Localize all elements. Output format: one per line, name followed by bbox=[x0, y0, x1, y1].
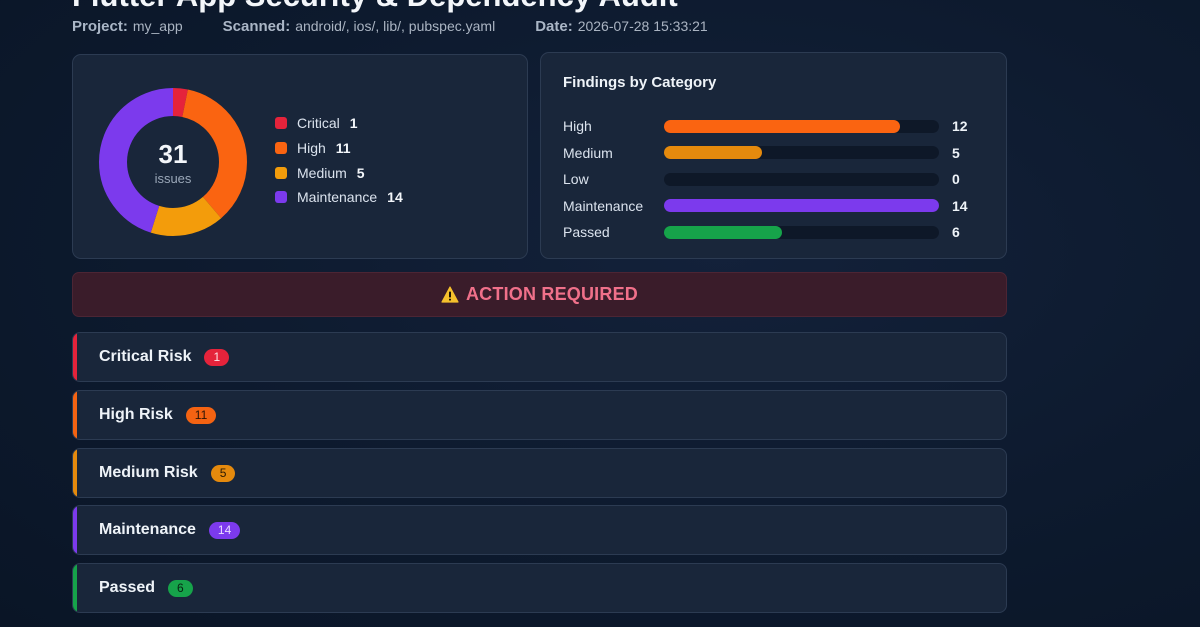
donut-total: 31 bbox=[158, 138, 188, 169]
bar-label: Medium bbox=[563, 144, 613, 161]
legend-label: Maintenance bbox=[297, 189, 378, 206]
bar-label: Maintenance bbox=[563, 197, 644, 214]
legend-item: Maintenance 14 bbox=[275, 185, 403, 210]
risk-section-medium[interactable]: Medium Risk 5 bbox=[72, 448, 1007, 498]
risk-label: Medium Risk bbox=[99, 464, 198, 481]
meta-project-value: my_app bbox=[132, 17, 183, 34]
bar-fill bbox=[664, 199, 939, 212]
risk-count-badge: 14 bbox=[208, 521, 241, 539]
legend-label: Critical bbox=[297, 115, 340, 132]
bar-track bbox=[664, 172, 939, 186]
bar-fill bbox=[664, 146, 763, 159]
meta-project: Project: my_app bbox=[72, 18, 183, 35]
meta-scanned: Scanned: android/, ios/, lib/, pubspec.y… bbox=[223, 18, 496, 35]
risk-count-badge: 11 bbox=[185, 406, 217, 424]
meta-date-value: 2026-07-28 15:33:21 bbox=[577, 17, 708, 34]
legend-item: Medium 5 bbox=[275, 160, 403, 185]
bar-track bbox=[664, 146, 939, 159]
donut-legend: Critical 1 High 11 Medium 5 Maintenance … bbox=[275, 111, 403, 210]
risk-accent bbox=[73, 391, 77, 439]
bar-track bbox=[664, 119, 939, 133]
legend-label: Medium bbox=[297, 164, 347, 181]
bar-value: 14 bbox=[952, 197, 968, 214]
legend-label: High bbox=[297, 140, 326, 157]
bar-fill bbox=[664, 119, 900, 133]
donut-center: 31 issues bbox=[99, 88, 247, 236]
bar-value: 6 bbox=[952, 224, 960, 240]
risk-label: High Risk bbox=[99, 406, 173, 423]
bar-row: Medium 5 bbox=[563, 144, 960, 162]
legend-item: Critical 1 bbox=[275, 111, 403, 136]
risk-accent bbox=[73, 449, 77, 497]
meta-date-label: Date: bbox=[535, 17, 573, 35]
warning-icon bbox=[441, 286, 459, 303]
risk-section-high[interactable]: High Risk 11 bbox=[72, 390, 1007, 440]
legend-swatch bbox=[275, 191, 287, 204]
page-title: Flutter App Security & Dependency Audit bbox=[72, 0, 678, 14]
legend-value: 11 bbox=[335, 140, 351, 157]
meta-date: Date: 2026-07-28 15:33:21 bbox=[535, 18, 708, 35]
risk-accent bbox=[73, 506, 77, 554]
bar-row: High 12 bbox=[563, 117, 968, 135]
action-required-text: ACTION REQUIRED bbox=[465, 284, 638, 304]
bar-track bbox=[664, 225, 939, 239]
findings-title: Findings by Category bbox=[563, 74, 717, 91]
meta-project-label: Project: bbox=[72, 17, 128, 35]
bar-track bbox=[664, 199, 939, 212]
risk-section-maintenance[interactable]: Maintenance 14 bbox=[72, 505, 1007, 555]
bar-label: Low bbox=[563, 171, 589, 187]
audit-report-page: Flutter App Security & Dependency Audit … bbox=[0, 0, 1200, 627]
legend-value: 5 bbox=[356, 164, 365, 181]
donut-total-label: issues bbox=[154, 170, 192, 186]
legend-value: 14 bbox=[387, 189, 403, 206]
risk-label: Maintenance bbox=[99, 521, 196, 538]
legend-swatch bbox=[275, 117, 287, 130]
risk-label: Critical Risk bbox=[99, 348, 192, 365]
legend-value: 1 bbox=[349, 115, 358, 132]
bar-row: Passed 6 bbox=[563, 223, 960, 241]
bar-fill bbox=[664, 225, 782, 239]
bar-value: 5 bbox=[952, 144, 960, 161]
meta-scanned-value: android/, ios/, lib/, pubspec.yaml bbox=[295, 17, 496, 34]
risk-count-badge: 6 bbox=[168, 579, 193, 597]
report-meta: Project: my_app Scanned: android/, ios/,… bbox=[72, 16, 708, 36]
legend-swatch bbox=[275, 166, 287, 179]
bar-value: 12 bbox=[952, 118, 968, 134]
legend-swatch bbox=[275, 142, 287, 155]
legend-item: High 11 bbox=[275, 136, 403, 161]
risk-label: Passed bbox=[99, 579, 156, 596]
risk-section-critical[interactable]: Critical Risk 1 bbox=[72, 332, 1007, 382]
bar-row: Low 0 bbox=[563, 170, 960, 188]
risk-accent bbox=[73, 333, 77, 381]
bar-row: Maintenance 14 bbox=[563, 197, 968, 215]
meta-scanned-label: Scanned: bbox=[222, 17, 291, 35]
risk-accent bbox=[73, 564, 77, 612]
risk-section-passed[interactable]: Passed 6 bbox=[72, 563, 1007, 613]
action-required-banner: ACTION REQUIRED bbox=[72, 272, 1007, 317]
summary-card: 31 issues Critical 1 High 11 Medium 5 Ma… bbox=[72, 54, 528, 259]
risk-count-badge: 5 bbox=[210, 464, 236, 482]
bar-value: 0 bbox=[952, 171, 960, 187]
bar-label: High bbox=[563, 118, 592, 134]
findings-card: Findings by Category High 12 Medium 5 Lo… bbox=[540, 52, 1007, 259]
risk-count-badge: 1 bbox=[204, 348, 230, 366]
bar-label: Passed bbox=[563, 224, 610, 240]
